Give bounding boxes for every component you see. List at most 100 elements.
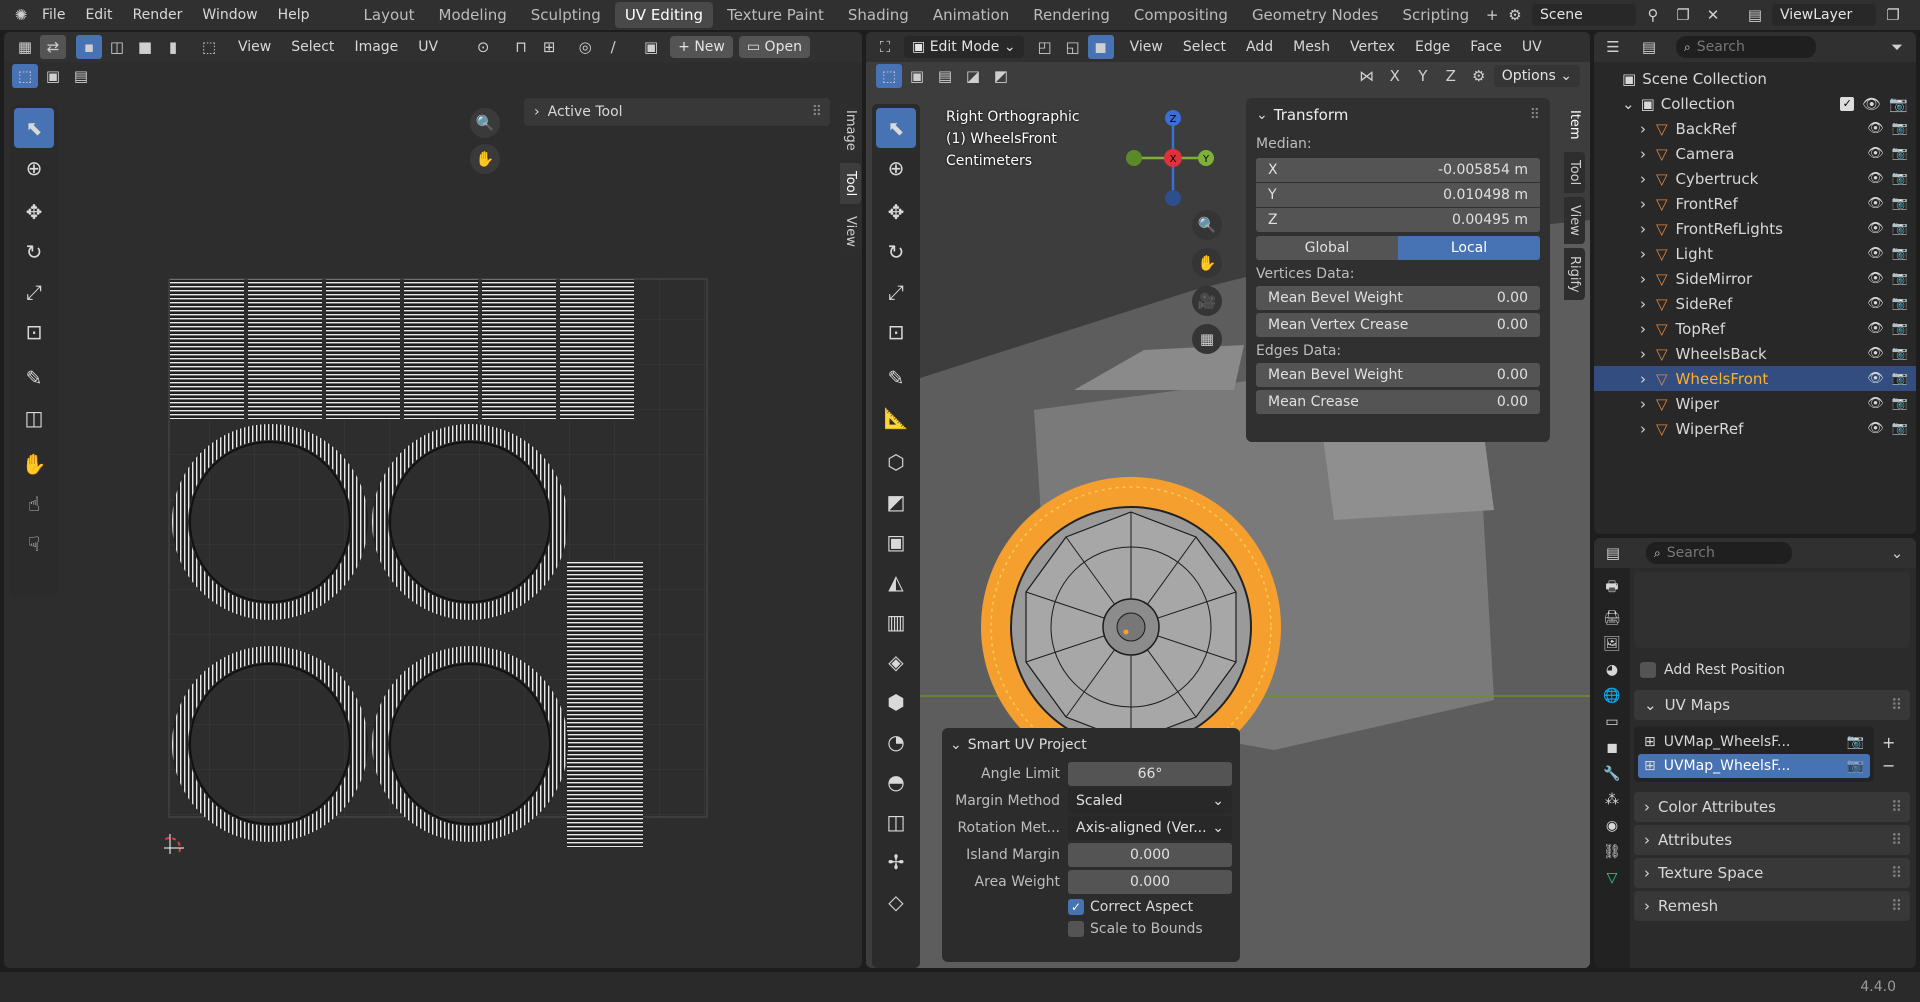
navigation-gizmo[interactable]: Z Y X [1118,110,1228,210]
outliner-item-wheelsback[interactable]: › ▽ WheelsBack 👁 📷 [1594,341,1916,366]
viewlayer-icon[interactable]: ▤ [1742,3,1768,27]
mean-crease-field[interactable]: Mean Crease 0.00 [1256,390,1540,414]
panel-handle-icon[interactable]: ⠿ [1530,107,1540,123]
section-texture-space[interactable]: › Texture Space ⠿ [1634,858,1910,888]
falloff-icon[interactable]: ∕ [600,35,626,59]
scene-icon[interactable]: ⚙ [1502,3,1528,27]
menu-file[interactable]: File [42,7,65,23]
viewport-menu-uv[interactable]: UV [1522,39,1542,55]
outliner-item-topref[interactable]: › ▽ TopRef 👁 📷 [1594,316,1916,341]
sticky-select-icon[interactable]: ⬚ [196,35,222,59]
outliner-editor-icon[interactable]: ☰ [1600,35,1626,59]
pivot-icon[interactable]: ⊙ [470,35,496,59]
select-box-tool[interactable]: ⬉ [14,108,54,148]
edge-select-icon[interactable]: ◫ [104,35,130,59]
expand-icon[interactable]: › [1640,295,1646,313]
vp-cursor-tool[interactable]: ⊕ [876,148,916,188]
object-tab-icon[interactable]: ◼ [1606,740,1618,756]
workspace-tab-texture-paint[interactable]: Texture Paint [717,2,834,28]
render-camera-icon[interactable]: 📷 [1892,421,1908,436]
properties-options-icon[interactable]: ⌄ [1884,541,1910,565]
pan-icon[interactable]: ✋ [470,144,500,174]
workspace-tab-scripting[interactable]: Scripting [1392,2,1479,28]
scene-collection-row[interactable]: ▣ Scene Collection [1594,66,1916,91]
workspace-tab-animation[interactable]: Animation [923,2,1019,28]
viewport-menu-view[interactable]: View [1130,39,1163,55]
expand-icon[interactable]: › [1640,145,1646,163]
vp-scale-tool[interactable]: ⤢ [876,272,916,312]
scene-tab-icon[interactable]: ◕ [1606,662,1618,678]
workspace-tab-sculpting[interactable]: Sculpting [521,2,611,28]
zoom-icon[interactable]: 🔍 [470,108,500,138]
expand-icon[interactable]: › [1640,120,1646,138]
vp-select-intersect-icon[interactable]: ◩ [988,64,1014,88]
edge-bevel-weight-field[interactable]: Mean Bevel Weight 0.00 [1256,363,1540,387]
vp-select-new-icon[interactable]: ⬚ [876,64,902,88]
uv-canvas[interactable] [164,274,714,854]
expand-icon[interactable]: › [1640,420,1646,438]
constraints-tab-icon[interactable]: ⛓ [1603,844,1621,860]
poly-build-tool[interactable]: ⬢ [876,682,916,722]
uv-map-item-active[interactable]: ⊞ UVMap_WheelsF... 📷 [1638,754,1870,778]
angle-limit-field[interactable]: 66° [1068,762,1232,786]
snap-icon[interactable]: ⊓ [508,35,534,59]
outliner-item-cybertruck[interactable]: › ▽ Cybertruck 👁 📷 [1594,166,1916,191]
mirror-z-toggle[interactable]: Z [1438,64,1464,88]
viewport-editor-icon[interactable]: ⛶ [872,35,898,59]
smart-uv-collapse-icon[interactable]: ⌄ [950,737,962,753]
shrink-fatten-tool[interactable]: ✢ [876,842,916,882]
select-new-icon[interactable]: ⬚ [12,64,38,88]
blender-logo-icon[interactable]: ✺ [8,3,34,27]
tab-vp-tool[interactable]: Tool [1564,151,1585,193]
editor-type-icon[interactable]: ▦ [12,35,38,59]
outliner-item-light[interactable]: › ▽ Light 👁 📷 [1594,241,1916,266]
snap-options-icon[interactable]: ⊞ [536,35,562,59]
vp-zoom-icon[interactable]: 🔍 [1192,210,1222,240]
transform-tool[interactable]: ⊡ [14,312,54,352]
expand-icon[interactable]: › [1640,345,1646,363]
drag-handle-icon[interactable]: ⠿ [1891,798,1902,816]
render-camera-icon[interactable]: 📷 [1892,371,1908,386]
scene-field[interactable]: Scene [1532,4,1636,26]
workspace-tab-modeling[interactable]: Modeling [429,2,517,28]
expand-icon[interactable]: › [1640,220,1646,238]
render-camera-icon[interactable]: 📷 [1892,171,1908,186]
face-mode-icon[interactable]: ◼ [1087,35,1114,59]
vp-select-invert-icon[interactable]: ◪ [960,64,986,88]
vp-select-extend-icon[interactable]: ▣ [904,64,930,88]
drag-handle-icon[interactable]: ⠿ [1891,864,1902,882]
expand-collection-icon[interactable]: ⌄ [1622,95,1635,113]
move-tool[interactable]: ✥ [14,192,54,232]
area-weight-field[interactable]: 0.000 [1068,870,1232,894]
add-uv-map-button[interactable]: + [1882,733,1895,752]
expand-icon[interactable]: › [1640,245,1646,263]
view-layer-tab-icon[interactable]: 🖼 [1603,636,1621,652]
vertex-mode-icon[interactable]: ◰ [1032,35,1058,59]
collection-checkbox[interactable]: ✓ [1840,96,1855,111]
visibility-eye-icon[interactable]: 👁 [1867,121,1884,136]
render-tab-icon[interactable]: 🖶 [1605,576,1618,600]
loop-cut-tool[interactable]: ▥ [876,602,916,642]
mesh-options-icon[interactable]: ⚙ [1466,64,1492,88]
mirror-x-toggle[interactable]: X [1382,64,1408,88]
outliner-item-sideref[interactable]: › ▽ SideRef 👁 📷 [1594,291,1916,316]
inset-tool[interactable]: ▣ [876,522,916,562]
render-camera-icon[interactable]: 📷 [1892,271,1908,286]
tab-item[interactable]: Item [1564,102,1585,148]
options-dropdown[interactable]: Options ⌄ [1493,65,1580,87]
collection-row[interactable]: ⌄ ▣ Collection ✓ 👁 📷 [1594,91,1916,116]
outliner-item-wheelsfront[interactable]: › ▽ WheelsFront 👁 📷 [1594,366,1916,391]
menu-edit[interactable]: Edit [85,7,112,23]
visibility-eye-icon[interactable]: 👁 [1867,346,1884,361]
new-image-button[interactable]: + New [670,36,733,58]
menu-help[interactable]: Help [278,7,310,23]
output-tab-icon[interactable]: 🖨 [1603,610,1621,626]
expand-icon[interactable]: › [1640,170,1646,188]
workspace-tab-rendering[interactable]: Rendering [1023,2,1120,28]
viewport-menu-add[interactable]: Add [1246,39,1273,55]
visibility-eye-icon[interactable]: 👁 [1867,271,1884,286]
render-camera-icon[interactable]: 📷 [1892,221,1908,236]
grab-tool[interactable]: ✋ [14,444,54,484]
rip-tool[interactable]: ◫ [14,398,54,438]
physics-tab-icon[interactable]: ◉ [1606,818,1618,834]
